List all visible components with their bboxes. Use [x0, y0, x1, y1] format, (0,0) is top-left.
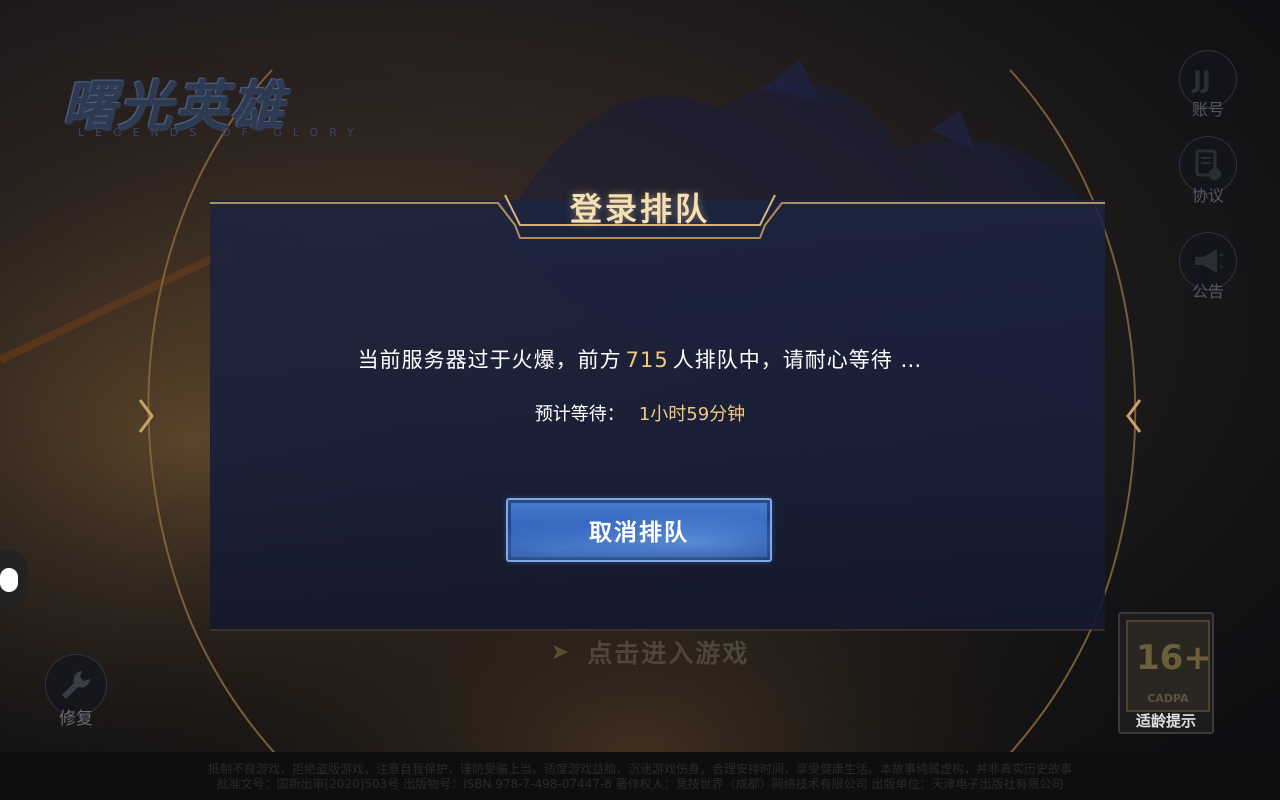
chevron-right-icon: ➤: [550, 639, 570, 665]
notice-line-1: 抵制不良游戏，拒绝盗版游戏。注意自我保护，谨防受骗上当。适度游戏益脑，沉迷游戏伤…: [207, 762, 1072, 776]
estimated-wait: 预计等待： 1小时59分钟: [0, 400, 1280, 426]
age-rating-badge[interactable]: 16+ CADPA 适龄提示: [1118, 612, 1214, 734]
age-rating-tip: 适龄提示: [1135, 712, 1196, 730]
dialog-title: 登录排队: [569, 190, 710, 228]
age-rating-box: 16+ CADPA: [1126, 620, 1212, 712]
age-rating-number: 16+: [1136, 638, 1212, 678]
repair-label: 修复: [59, 709, 93, 729]
notice-line-2: 批准文号：国新出审[2020]503号 出版物号：ISBN 978-7-498-…: [216, 777, 1064, 791]
cancel-queue-label: 取消排队: [589, 520, 689, 546]
queue-message: 当前服务器过于火爆，前方 715 人排队中，请耐心等待 …: [0, 344, 1280, 374]
enter-game-button[interactable]: ➤ 点击进入游戏: [500, 628, 800, 676]
eta-label: 预计等待：: [534, 404, 625, 425]
cancel-queue-button[interactable]: 取消排队: [506, 498, 772, 562]
repair-button[interactable]: 修复: [44, 654, 108, 729]
queue-message-suffix: 人排队中，请耐心等待 …: [672, 348, 923, 372]
enter-game-label: 点击进入游戏: [587, 639, 750, 668]
queue-count: 715: [625, 348, 669, 372]
legal-notice: 抵制不良游戏，拒绝盗版游戏。注意自我保护，谨防受骗上当。适度游戏益脑，沉迷游戏伤…: [0, 752, 1280, 800]
age-rating-org: CADPA: [1147, 692, 1189, 705]
eta-value: 1小时59分钟: [638, 404, 746, 425]
queue-message-prefix: 当前服务器过于火爆，前方: [357, 348, 622, 372]
